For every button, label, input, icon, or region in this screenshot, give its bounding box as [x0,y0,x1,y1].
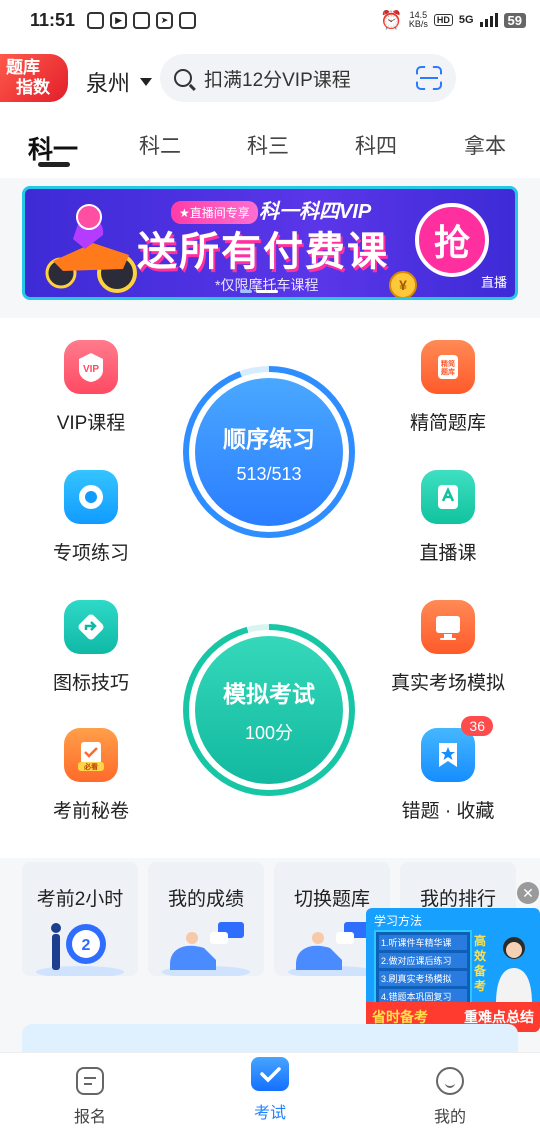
chevron-down-icon [140,78,153,86]
message-notification-icon [179,11,197,29]
ad-side-text: 高效备考 [474,934,487,993]
app-notification-icon [87,11,105,29]
banner-pagination [240,290,278,293]
card-2hours[interactable]: 考前2小时 2 [22,862,138,976]
floating-ad[interactable]: 学习方法 1.听课件车精华课 2.做对应课后练习 3.刷真实考场模拟 4.错题本… [366,908,540,1032]
card-switch-bank-label: 切换题库 [293,889,370,910]
card-my-scores[interactable]: 我的成绩 [148,862,264,976]
tab-subject-1[interactable]: 科一 [28,130,78,166]
subject-tabs: 科一 科二 科三 科四 拿本 [0,118,540,178]
hd-icon: HD [433,14,453,26]
sequential-practice-button[interactable]: 顺序练习 513/513 [183,366,355,538]
alarm-icon: ⏰ [380,9,403,30]
card-2hours-label: 考前2小时 [36,889,124,910]
ad-header: 学习方法 [374,914,423,928]
wrong-favorites-label: 错题 · 收藏 [401,801,495,822]
presenter-illustration [496,937,532,1004]
wrong-count-badge: 36 [461,716,493,736]
real-exam-sim-label: 真实考场模拟 [390,673,505,694]
active-tab-indicator [38,162,70,167]
star-bookmark-icon: 36 [421,716,493,782]
coin-icon: ¥ [389,271,417,297]
nav-exam-label: 考试 [253,1105,286,1122]
svg-text:2: 2 [82,937,91,954]
pre-exam-paper-label: 考前秘卷 [52,801,129,822]
tab-subject-4[interactable]: 科四 [355,130,397,160]
exam-paper-icon: 必看 [64,728,118,782]
card-my-ranking-label: 我的排行 [419,889,496,910]
city-selector[interactable]: 泉州 [86,66,153,98]
sequential-practice-title: 顺序练习 [223,425,315,452]
bottom-nav: 报名 考试 我的 [0,1052,540,1141]
sign-tips-entry[interactable]: 图标技巧 [21,600,161,695]
signal-icon [479,13,498,27]
notification-icons: ▶ ➤ [87,11,197,29]
system-icons: ⏰ 14.5 KB/s HD 5G 59 [380,10,526,31]
wrong-favorites-entry[interactable]: 36 错题 · 收藏 [378,716,518,823]
nav-profile-label: 我的 [433,1109,466,1126]
search-icon [174,69,192,87]
live-class-icon [421,470,475,524]
live-class-entry[interactable]: 直播课 [378,470,518,565]
close-icon[interactable]: ✕ [517,882,539,904]
pre-exam-paper-entry[interactable]: 必看 考前秘卷 [21,728,161,823]
motorcycle-illustration [45,204,137,293]
card-my-scores-label: 我的成绩 [167,889,244,910]
stopwatch-illustration: 2 [36,923,124,976]
svg-text:题库: 题库 [440,367,455,376]
city-label: 泉州 [86,71,131,96]
vip-course-label: VIP课程 [56,413,126,434]
top-header: 题库 指数 泉州 扣满12分VIP课程 [0,40,540,118]
ad-study-list: 1.听课件车精华课 2.做对应课后练习 3.刷真实考场模拟 4.错题本巩固复习 [374,930,472,1004]
scan-icon[interactable] [416,66,442,90]
search-input[interactable]: 扣满12分VIP课程 [204,65,416,92]
tab-license[interactable]: 拿本 [464,130,506,160]
grab-button[interactable]: 抢 [415,203,489,277]
live-label: 直播 [480,275,507,290]
vip-icon: VIP [64,340,118,394]
live-class-label: 直播课 [419,543,477,564]
sign-tips-label: 图标技巧 [52,673,129,694]
battery-icon: 59 [503,12,526,28]
status-bar: 11:51 ▶ ➤ ⏰ 14.5 KB/s HD 5G 59 [0,0,540,40]
real-exam-sim-entry[interactable]: 真实考场模拟 [378,600,518,695]
question-bank-icon: 精简 题库 [421,340,475,394]
question-bank-entry[interactable]: 精简 题库 精简题库 [378,340,518,435]
svg-text:精简: 精简 [441,359,455,368]
app-logo[interactable]: 题库 指数 [0,54,68,102]
banner-main-title: 送所有付费课 [137,230,389,274]
status-time: 11:51 [30,9,76,30]
person-chair-illustration [162,922,250,976]
sequential-practice-progress: 513/513 [236,463,302,484]
mock-exam-title: 模拟考试 [223,681,315,707]
register-icon [76,1067,104,1095]
road-sign-icon [64,600,118,654]
question-bank-label: 精简题库 [409,413,486,434]
topic-practice-label: 专项练习 [52,543,129,564]
promo-banner[interactable]: ★直播间专享 科一科四VIP 送所有付费课 *仅限摩托车课程 抢 ¥ 直播 [22,186,518,300]
monitor-icon [421,600,475,654]
nav-exam[interactable]: 考试 [230,1057,310,1123]
tab-subject-2[interactable]: 科二 [139,130,181,160]
taobao-notification-icon [133,11,151,29]
play-notification-icon: ▶ [110,11,128,29]
svg-text:VIP: VIP [83,364,99,375]
vip-course-entry[interactable]: VIP VIP课程 [21,340,161,435]
profile-icon [436,1067,464,1095]
nav-register[interactable]: 报名 [50,1067,130,1127]
nav-register-label: 报名 [73,1109,106,1126]
mock-exam-button[interactable]: 模拟考试 100分 [183,624,355,796]
nav-profile[interactable]: 我的 [410,1067,490,1127]
network-type: 5G [458,14,474,26]
search-bar[interactable]: 扣满12分VIP课程 [160,54,456,102]
network-speed: 14.5 KB/s [408,10,428,29]
mock-exam-score: 100分 [244,723,294,743]
practice-panel: VIP VIP课程 专项练习 图标技巧 必看 考前秘卷 精简 题库 精简题库 直播… [0,318,540,858]
exam-icon [251,1057,289,1091]
target-icon [64,470,118,524]
telegram-notification-icon: ➤ [156,11,174,29]
tab-subject-3[interactable]: 科三 [247,130,289,160]
topic-practice-entry[interactable]: 专项练习 [21,470,161,565]
svg-text:必看: 必看 [83,762,98,771]
